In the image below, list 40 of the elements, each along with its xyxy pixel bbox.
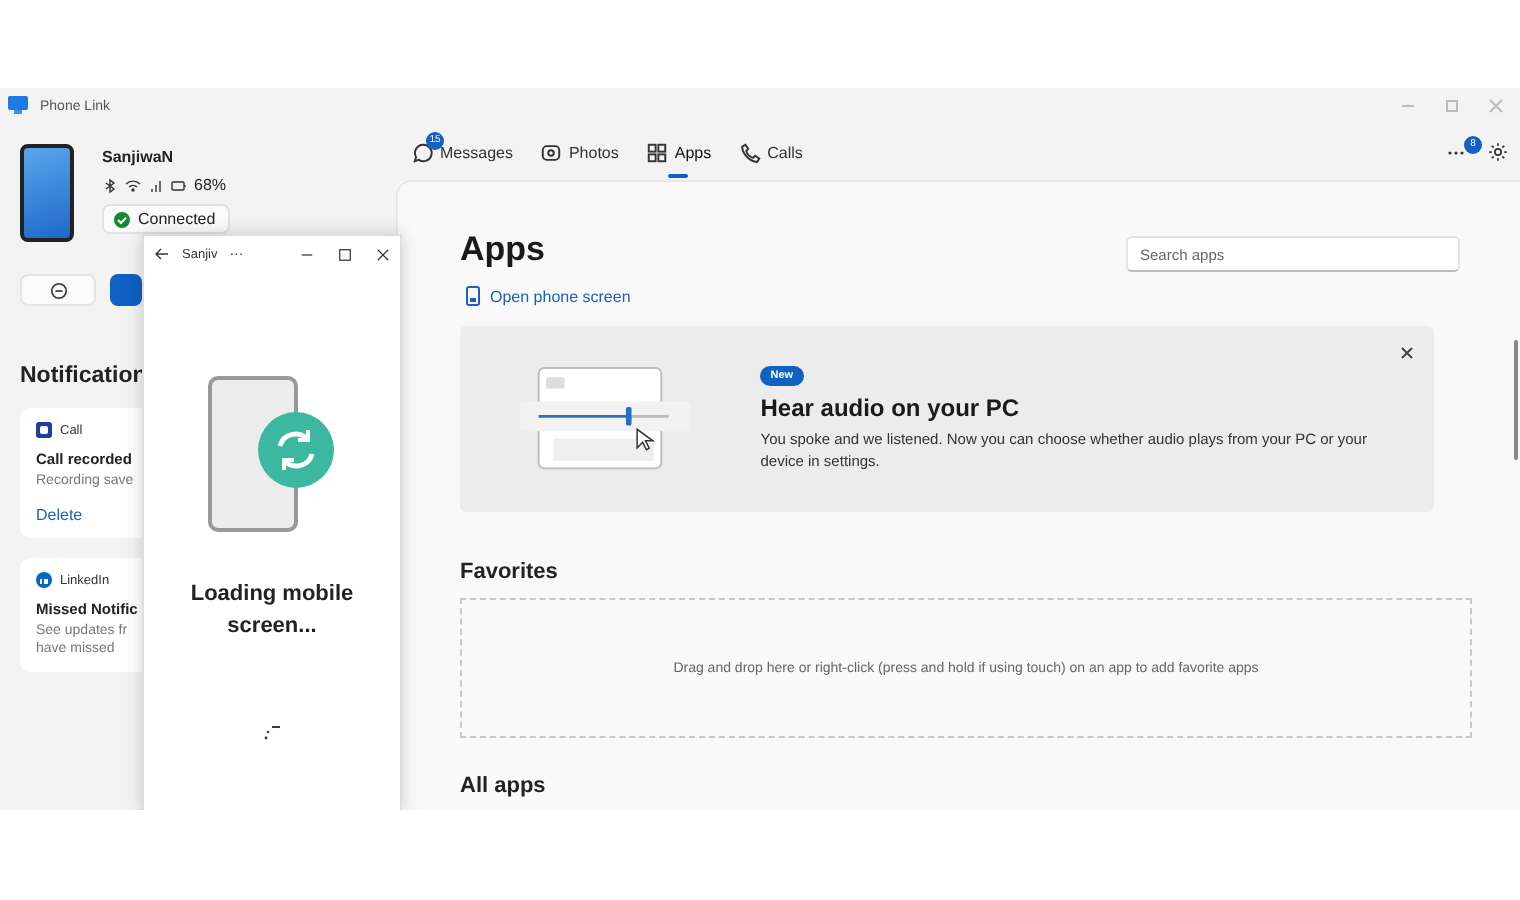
check-icon [114, 211, 130, 227]
nav-tab[interactable]: Calls [739, 133, 803, 171]
section-heading: All apps [460, 774, 546, 798]
open-phone-screen-link[interactable]: Open phone screen [460, 286, 631, 306]
notifications-heading: Notification [20, 364, 149, 388]
battery-icon [170, 177, 188, 193]
more-dots-icon [1448, 149, 1464, 155]
device-name: SanjiwaN [102, 148, 176, 166]
loading-spinner-icon [264, 723, 280, 740]
linkedin-icon [36, 572, 52, 589]
close-icon[interactable] [376, 247, 390, 261]
action-button[interactable] [110, 274, 142, 306]
chat-bubble-icon [412, 141, 434, 163]
nav-tab[interactable]: Apps [646, 133, 712, 171]
section-heading: Favorites [460, 560, 558, 584]
page-title: Apps [460, 230, 547, 270]
minus-circle-icon [49, 281, 67, 299]
connection-status: Connected [102, 204, 230, 234]
do-not-disturb-button[interactable] [20, 274, 96, 306]
back-arrow-icon[interactable] [154, 246, 170, 262]
settings-icon[interactable] [1488, 142, 1508, 162]
maximize-icon[interactable] [338, 247, 352, 261]
wifi-icon [124, 177, 142, 193]
delete-link[interactable]: Delete [36, 506, 83, 525]
phone-sync-icon [206, 376, 338, 536]
phone-icon [739, 141, 762, 163]
close-button[interactable] [1396, 342, 1418, 364]
phone-image [20, 144, 74, 242]
banner-title: Hear audio on your PC [760, 394, 1022, 423]
bluetooth-icon [102, 177, 118, 193]
app-logo-icon [8, 96, 28, 116]
battery-level: 68% [194, 176, 227, 194]
phone-icon [466, 286, 480, 306]
apps-grid-icon [646, 141, 669, 163]
signal-icon [148, 177, 164, 193]
scrollbar[interactable] [1514, 340, 1518, 460]
photos-icon [540, 141, 563, 163]
nav-tab[interactable]: Photos [540, 133, 619, 171]
call-app-icon [36, 422, 52, 438]
loading-message: Loading mobile screen... [188, 580, 356, 642]
